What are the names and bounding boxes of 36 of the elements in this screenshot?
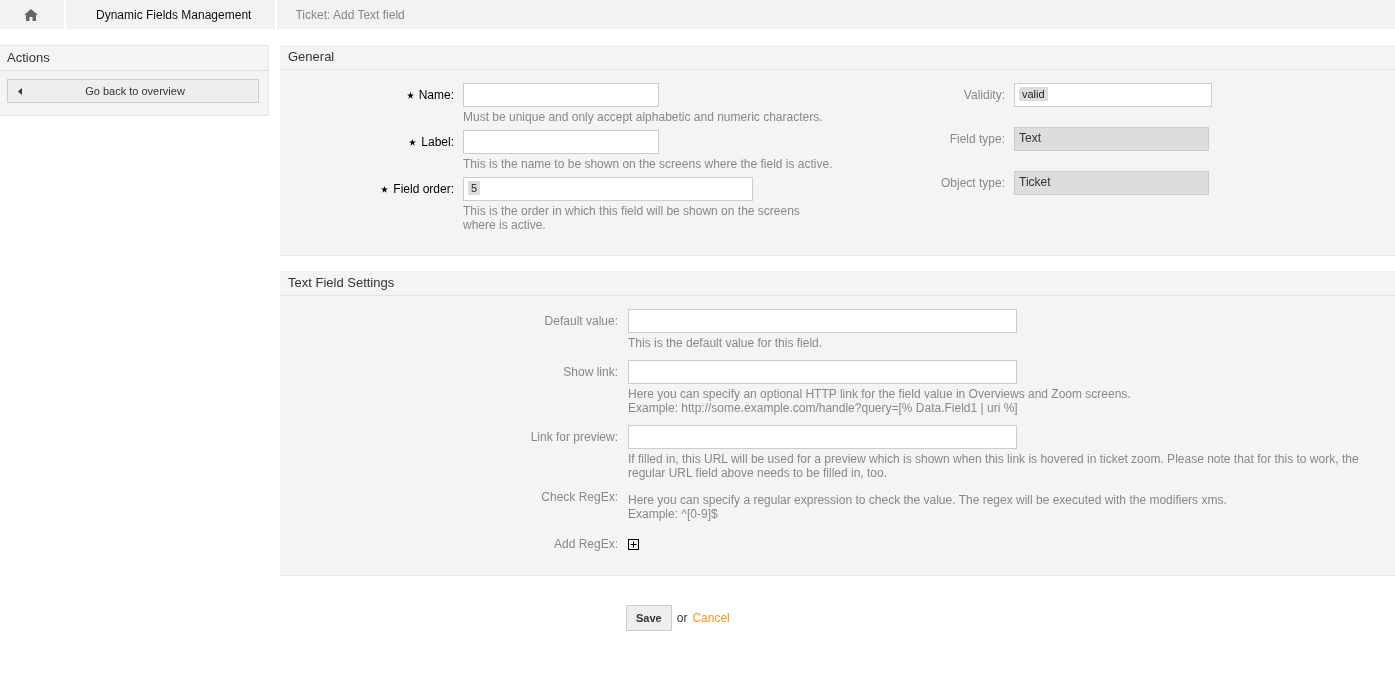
field-label: Object type: [939, 175, 1006, 192]
breadcrumb-item: Ticket: Add Text field [275, 0, 429, 29]
back-button[interactable]: Go back to overview [7, 79, 259, 103]
input-field[interactable] [628, 309, 1017, 333]
field-label: Default value: [543, 313, 619, 330]
help-text: Here you can specify an optional HTTP link for the field value in Overviews and Zoom screens. Example: http://some.example.com/handle?query=[% Data.Field1 | uri %] [628, 387, 1131, 415]
help-text: Here you can specify a regular expression to check the value. The regex will be executed with the modifiers xms. Example: ^[0-9]$ [628, 493, 1227, 521]
add-icon[interactable] [628, 539, 639, 550]
save-button[interactable]: Save [626, 605, 672, 631]
field-label: Add RegEx: [552, 537, 619, 551]
field-label: Field order: [280, 177, 463, 232]
home-icon [24, 8, 38, 21]
field-label: Show link: [562, 364, 619, 381]
selected-value: valid [1019, 87, 1048, 101]
select-field[interactable]: valid [1014, 83, 1212, 107]
readonly-field: Text [1014, 127, 1209, 151]
field-label: Check RegEx: [540, 490, 619, 506]
help-text: This is the order in which this field will be shown on the screens where is active. [463, 204, 800, 232]
input-field[interactable] [628, 360, 1017, 384]
caret-icon [18, 87, 22, 95]
readonly-field: Ticket [1014, 171, 1209, 195]
or-text: or [676, 611, 688, 625]
input-field[interactable] [463, 83, 659, 107]
input-field[interactable] [628, 425, 1017, 449]
help-text: Must be unique and only accept alphabetic and numeric characters. [463, 110, 823, 124]
selected-value: 5 [468, 181, 481, 195]
field-label: Link for preview: [529, 429, 619, 446]
field-label: Field type: [948, 131, 1006, 148]
field-label: Validity: [962, 87, 1006, 104]
field-label: Label: [280, 130, 463, 171]
help-text: This is the name to be shown on the screens where the field is active. [463, 157, 833, 171]
help-text: This is the default value for this field. [628, 336, 823, 350]
help-text: If filled in, this URL will be used for a preview which is shown when this link is hovered in ticket zoom. Please note that for this to work, the regular URL field above needs to be filled in, too. [628, 452, 1360, 480]
select-field[interactable]: 5 [463, 177, 753, 201]
input-field[interactable] [463, 130, 659, 154]
field-label: Name: [280, 83, 463, 124]
